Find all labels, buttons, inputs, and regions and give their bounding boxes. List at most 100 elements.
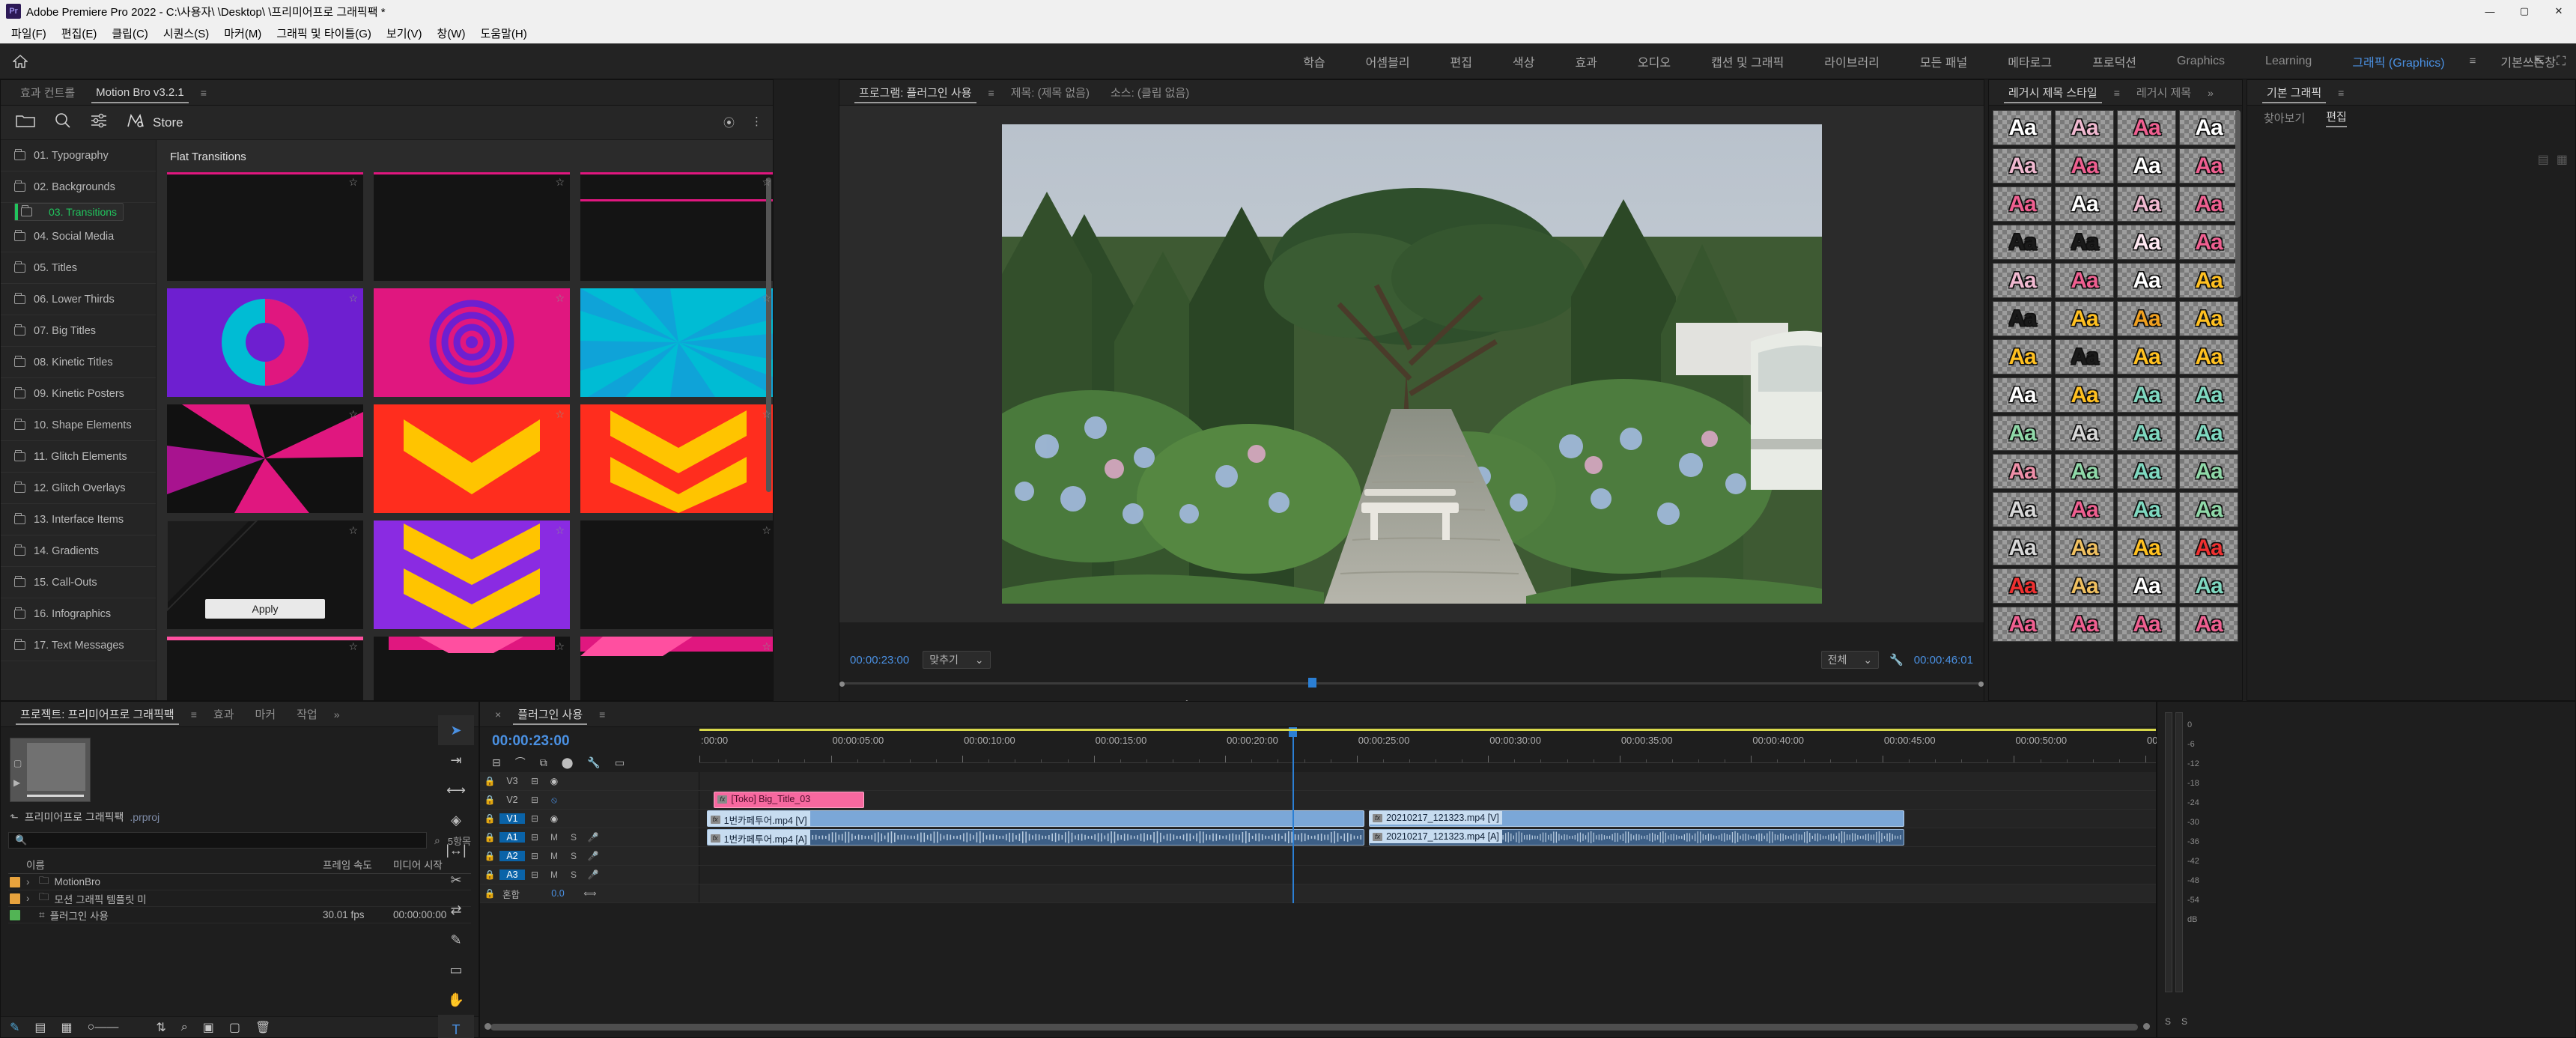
motionbro-preset-13[interactable]: ☆ — [374, 637, 570, 700]
favorite-star-icon[interactable]: ☆ — [348, 640, 358, 653]
master-volume-value[interactable]: 0.0 — [535, 888, 580, 899]
mic-icon[interactable]: 🎤 — [583, 869, 603, 880]
motionbro-category-1[interactable]: 02. Backgrounds — [1, 172, 156, 203]
legacy-style-0-0[interactable]: Aa — [1993, 110, 2052, 145]
fullscreen-icon[interactable]: ⛶ — [2557, 54, 2566, 69]
icon-view-icon[interactable]: ▦ — [61, 1020, 73, 1035]
workspace-tab-13[interactable]: 그래픽 (Graphics) — [2332, 52, 2464, 70]
legacy-style-6-1[interactable]: Aa — [2055, 339, 2114, 374]
project-row-1[interactable]: › 🗀 모션 그래픽 템플릿 미 — [8, 890, 471, 907]
find-icon[interactable]: ⌕ — [181, 1021, 188, 1034]
legacy-style-6-2[interactable]: Aa — [2117, 339, 2176, 374]
menu-item-3[interactable]: 시퀀스(S) — [157, 23, 216, 43]
legacy-style-7-0[interactable]: Aa — [1993, 377, 2052, 413]
legacy-style-7-2[interactable]: Aa — [2117, 377, 2176, 413]
track-body-V2[interactable]: fx [Toko] Big_Title_03 — [699, 791, 2156, 809]
sync-icon[interactable]: ⊟ — [525, 869, 544, 880]
timeline-clip[interactable]: fx 1번카페투어.mp4 [V] — [706, 810, 1365, 827]
link-icon[interactable]: ⦿ — [723, 115, 735, 130]
solo-left-button[interactable]: S — [2165, 1016, 2171, 1027]
project-row-0[interactable]: › 🗀 MotionBro — [8, 874, 471, 890]
sync-icon[interactable]: ⊟ — [525, 813, 544, 824]
legacy-style-11-0[interactable]: Aa — [1993, 530, 2052, 565]
legacy-style-7-1[interactable]: Aa — [2055, 377, 2114, 413]
favorite-star-icon[interactable]: ☆ — [348, 524, 358, 537]
legacy-style-9-1[interactable]: Aa — [2055, 454, 2114, 489]
motionbro-preset-11[interactable]: ☆ — [580, 520, 773, 629]
new-item-icon[interactable]: ▣ — [203, 1020, 214, 1035]
captions-icon[interactable]: ▭ — [615, 756, 625, 769]
eg-toolbar-icon-2[interactable]: ▦ — [2557, 152, 2568, 167]
parent-bin-icon[interactable]: ⬑ — [10, 811, 19, 824]
track-mute-A3[interactable]: M — [544, 869, 564, 880]
sync-icon[interactable]: ⊟ — [525, 776, 544, 786]
sliders-icon[interactable] — [91, 113, 107, 132]
workspace-tab-9[interactable]: 메타로그 — [1987, 52, 2072, 70]
eg-subtab-0[interactable]: 찾아보기 — [2264, 110, 2305, 126]
motionbro-preset-6[interactable]: ☆ — [167, 404, 363, 513]
menu-item-4[interactable]: 마커(M) — [217, 23, 268, 43]
legacy-style-2-0[interactable]: Aa — [1993, 186, 2052, 222]
workspace-tab-10[interactable]: 프로덕션 — [2072, 52, 2157, 70]
favorite-star-icon[interactable]: ☆ — [762, 524, 771, 537]
workspace-tab-1[interactable]: 어셈블리 — [1346, 52, 1430, 70]
eg-subtab-1[interactable]: 편집 — [2326, 109, 2347, 127]
legacy-style-5-3[interactable]: Aa — [2179, 301, 2238, 336]
motionbro-preset-10[interactable]: ☆ — [374, 520, 570, 629]
zoom-slider-icon[interactable]: ○—— — [88, 1021, 119, 1034]
legacy-style-1-2[interactable]: Aa — [2117, 148, 2176, 183]
lock-icon[interactable]: 🔒 — [480, 776, 499, 786]
motionbro-preset-14[interactable]: ☆ — [580, 637, 773, 700]
track-target-A1[interactable]: A1 — [499, 832, 525, 843]
panel-menu-icon[interactable]: ≡ — [2332, 87, 2350, 99]
track-body-V3[interactable] — [699, 772, 2156, 790]
new-bin2-icon[interactable]: ▢ — [229, 1020, 240, 1035]
timeline-playhead[interactable] — [1292, 736, 1294, 903]
lock-icon[interactable]: 🔒 — [480, 851, 499, 861]
menu-item-5[interactable]: 그래픽 및 타이틀(G) — [270, 23, 378, 43]
workspace-tab-8[interactable]: 모든 패널 — [1900, 52, 1987, 70]
timeline-clip[interactable]: fx 20210217_121323.mp4 [A] — [1369, 829, 1904, 846]
workspace-menu-icon[interactable]: ≡ — [2465, 55, 2481, 67]
legacy-style-8-1[interactable]: Aa — [2055, 416, 2114, 451]
more-icon[interactable]: ⋮ — [751, 115, 762, 130]
legacy-style-11-3[interactable]: Aa — [2179, 530, 2238, 565]
motionbro-category-4[interactable]: 05. Titles — [1, 252, 156, 284]
selection-tool[interactable]: ➤ — [438, 715, 474, 745]
legacy-style-0-3[interactable]: Aa — [2179, 110, 2238, 145]
timeline-clip[interactable]: fx 1번카페투어.mp4 [A] — [706, 829, 1365, 846]
legacy-style-3-1[interactable]: Aa — [2055, 225, 2114, 260]
timeline-clip[interactable]: fx [Toko] Big_Title_03 — [714, 792, 865, 808]
pan-icon[interactable]: ⟺ — [580, 888, 600, 899]
new-bin-icon[interactable]: ✎ — [10, 1020, 19, 1035]
work-area-bar[interactable] — [699, 729, 2156, 731]
motionbro-category-15[interactable]: 16. Infographics — [1, 598, 156, 630]
track-solo-A2[interactable]: S — [564, 851, 583, 861]
workspace-tab-11[interactable]: Graphics — [2157, 55, 2245, 68]
legacy-style-8-0[interactable]: Aa — [1993, 416, 2052, 451]
track-visibility-V3[interactable]: ◉ — [544, 776, 564, 786]
motionbro-category-5[interactable]: 06. Lower Thirds — [1, 284, 156, 315]
share-icon[interactable]: ⇱ — [2534, 54, 2545, 69]
workspace-tab-6[interactable]: 캡션 및 그래픽 — [1691, 52, 1804, 70]
motionbro-preset-8[interactable]: ☆ — [580, 404, 773, 513]
workspace-tab-4[interactable]: 효과 — [1555, 52, 1617, 70]
expand-arrow-icon[interactable]: › — [26, 876, 34, 887]
project-row-2[interactable]: ⌗ 플러그인 사용 30.01 fps 00:00:00:00 — [8, 907, 471, 923]
menu-item-6[interactable]: 보기(V) — [380, 23, 429, 43]
folder-icon[interactable] — [16, 113, 35, 132]
panel-tab-1[interactable]: 레거시 제목 — [2126, 80, 2202, 106]
timeline-clip[interactable]: fx 20210217_121323.mp4 [V] — [1369, 810, 1904, 827]
sync-icon[interactable]: ⊟ — [525, 832, 544, 843]
minimize-button[interactable]: — — [2473, 0, 2507, 22]
favorite-star-icon[interactable]: ☆ — [555, 640, 565, 653]
store-button[interactable]: Store — [127, 112, 183, 133]
solo-right-button[interactable]: S — [2181, 1016, 2187, 1027]
track-body-V1[interactable]: fx 1번카페투어.mp4 [V] fx 20210217_121323.mp4… — [699, 810, 2156, 828]
legacy-style-8-2[interactable]: Aa — [2117, 416, 2176, 451]
legacy-scrollbar[interactable] — [2235, 110, 2241, 297]
favorite-star-icon[interactable]: ☆ — [762, 408, 771, 421]
motionbro-category-10[interactable]: 11. Glitch Elements — [1, 441, 156, 473]
legacy-style-11-2[interactable]: Aa — [2117, 530, 2176, 565]
motionbro-preset-7[interactable]: ☆ — [374, 404, 570, 513]
